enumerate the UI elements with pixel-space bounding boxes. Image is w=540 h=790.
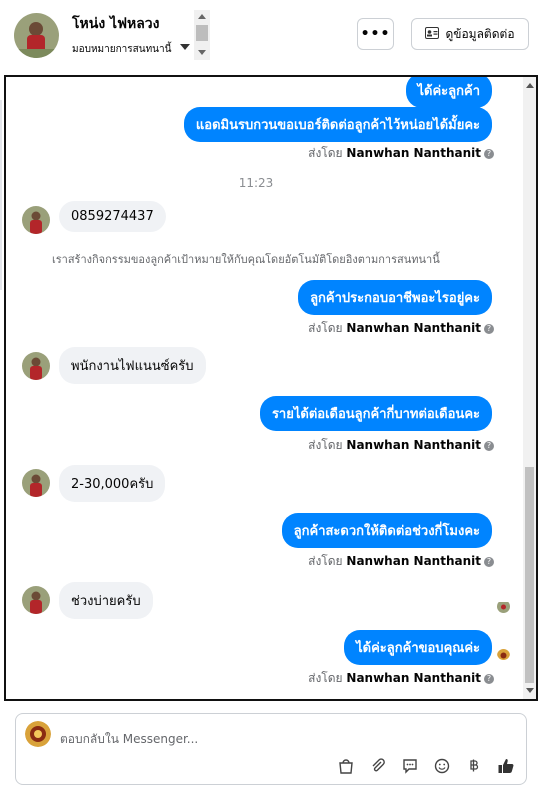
help-icon: ?: [484, 673, 494, 684]
read-receipt-avatar: [497, 600, 510, 613]
page-avatar: [25, 721, 51, 747]
sent-by-label: ส่งโดย Nanwhan Nanthanit?: [308, 144, 494, 163]
help-icon: ?: [484, 440, 494, 451]
emoji-icon[interactable]: [432, 756, 452, 776]
scroll-down-icon[interactable]: [526, 688, 534, 693]
help-icon: ?: [484, 556, 494, 567]
timestamp: 11:23: [238, 176, 274, 190]
seen-avatar: [497, 647, 510, 660]
shopping-bag-icon[interactable]: [336, 756, 356, 776]
scroll-down-icon[interactable]: [198, 50, 206, 55]
contact-avatar-small[interactable]: [22, 469, 50, 497]
more-options-button[interactable]: •••: [357, 18, 394, 50]
sent-by-label: ส่งโดย Nanwhan Nanthanit?: [308, 319, 494, 338]
contact-avatar-small[interactable]: [22, 586, 50, 614]
scroll-up-icon[interactable]: [526, 83, 534, 88]
more-icon: •••: [360, 26, 391, 42]
outgoing-message[interactable]: ลูกค้าประกอบอาชีพอะไรอยู่คะ: [298, 280, 492, 315]
incoming-message[interactable]: พนักงานไฟแนนซ์ครับ: [59, 347, 206, 384]
contact-card-icon: [425, 26, 440, 42]
saved-replies-icon[interactable]: [400, 756, 420, 776]
contact-name: โหน่ง ไฟหลวง: [72, 16, 160, 32]
view-contact-button[interactable]: ดูข้อมูลติดต่อ: [411, 18, 529, 50]
contact-avatar[interactable]: [14, 13, 59, 58]
automation-note: เราสร้างกิจกรรมของลูกค้าเป้าหมายให้กับคุ…: [52, 253, 440, 266]
assign-conversation-label[interactable]: มอบหมายการสนทนานี้: [72, 42, 171, 57]
outgoing-message[interactable]: รายได้ต่อเดือนลูกค้ากี่บาทต่อเดือนคะ: [259, 396, 492, 431]
reply-box[interactable]: ตอบกลับใน Messenger...: [15, 713, 527, 785]
message-thread[interactable]: ได้ค่ะลูกค้า แอดมินรบกวนขอเบอร์ติดต่อลูก…: [4, 75, 538, 701]
thumbs-up-icon[interactable]: [496, 756, 516, 776]
incoming-message[interactable]: 2-30,000ครับ: [59, 465, 166, 502]
scroll-thumb[interactable]: [525, 467, 534, 683]
outgoing-message[interactable]: ได้ค่ะลูกค้า: [405, 77, 492, 108]
payment-baht-icon[interactable]: [464, 756, 484, 776]
outgoing-message[interactable]: ลูกค้าสะดวกให้ติดต่อช่วงกี่โมงคะ: [281, 513, 492, 548]
conversation-header: โหน่ง ไฟหลวง มอบหมายการสนทนานี้ ••• ดูข้…: [0, 0, 540, 74]
help-icon: ?: [484, 323, 494, 334]
sent-by-label: ส่งโดย Nanwhan Nanthanit?: [308, 669, 494, 688]
outgoing-message[interactable]: แอดมินรบกวนขอเบอร์ติดต่อลูกค้าไว้หน่อยได…: [183, 107, 492, 142]
help-icon: ?: [484, 148, 494, 159]
chevron-down-icon[interactable]: [180, 44, 190, 50]
view-contact-label: ดูข้อมูลติดต่อ: [445, 26, 515, 41]
incoming-message[interactable]: ช่วงบ่ายครับ: [59, 582, 153, 619]
contact-avatar-small[interactable]: [22, 352, 50, 380]
scroll-up-icon[interactable]: [198, 14, 206, 19]
sent-by-label: ส่งโดย Nanwhan Nanthanit?: [308, 436, 494, 455]
sent-by-label: ส่งโดย Nanwhan Nanthanit?: [308, 552, 494, 571]
incoming-message[interactable]: 0859274437: [59, 201, 166, 232]
reply-toolbar: [336, 756, 516, 776]
thread-scrollbar[interactable]: [523, 77, 536, 699]
scroll-thumb[interactable]: [196, 25, 208, 41]
reply-input[interactable]: ตอบกลับใน Messenger...: [60, 730, 198, 749]
outgoing-message[interactable]: ได้ค่ะลูกค้าขอบคุณค่ะ: [344, 630, 492, 665]
contact-avatar-small[interactable]: [22, 206, 50, 234]
divider: [0, 100, 2, 290]
header-scrollbar[interactable]: [194, 10, 210, 60]
attachment-icon[interactable]: [368, 756, 388, 776]
